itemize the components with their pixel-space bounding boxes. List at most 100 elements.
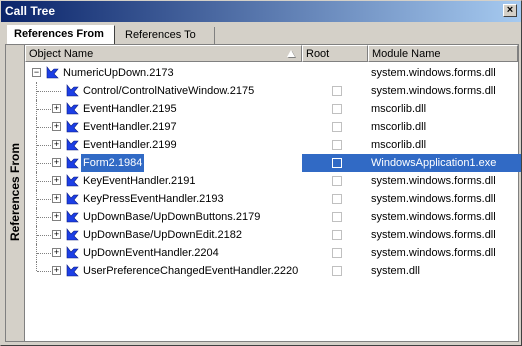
object-name-label: UpDownEventHandler.2204 [83,247,219,259]
reference-arrow-icon [66,138,79,151]
module-name-cell: mscorlib.dll [371,121,427,133]
root-checkbox[interactable] [332,158,342,168]
root-checkbox[interactable] [332,176,342,186]
reference-arrow-icon [66,84,79,97]
sidebar-label: References From [8,142,22,242]
expand-icon[interactable]: + [52,212,61,221]
module-name-cell: system.windows.forms.dll [371,229,496,241]
tree-connector [37,91,61,92]
call-tree-grid: Object Name Root Module Name − NumericUpD… [25,45,521,341]
tree-connector [36,262,37,271]
module-name-cell: system.windows.forms.dll [371,175,496,187]
module-name-cell: system.windows.forms.dll [371,67,496,79]
reference-arrow-icon [66,210,79,223]
root-checkbox[interactable] [332,230,342,240]
root-checkbox[interactable] [332,194,342,204]
tree-frame: References From Object Name Root Module … [5,44,521,342]
tree-row[interactable]: − NumericUpDown.2173 system.windows.forms.… [25,64,518,82]
reference-arrow-icon [66,174,79,187]
sidebar: References From [6,45,25,341]
object-name-cell: + Form2.1984 [25,153,302,173]
root-checkbox[interactable] [332,212,342,222]
column-header-object-name[interactable]: Object Name [25,45,302,62]
column-header-row: Object Name Root Module Name [25,45,518,62]
module-name-cell: system.windows.forms.dll [371,85,496,97]
tab-label: References To [125,29,196,41]
module-name-cell: WindowsApplication1.exe [368,154,521,172]
object-name-cell: + EventHandler.2199 [25,136,302,154]
tree-row[interactable]: + UpDownEventHandler.2204 system.windows.f… [25,244,518,262]
tab-references-from[interactable]: References From [7,25,115,45]
root-cell [302,100,368,118]
expand-icon[interactable]: + [52,194,61,203]
expand-icon[interactable]: + [52,248,61,257]
tree-row[interactable]: + UserPreferenceChangedEventHandler.2220 s… [25,262,518,280]
tree-row[interactable]: + UpDownBase/UpDownButtons.2179 system.win… [25,208,518,226]
expand-icon[interactable]: + [52,176,61,185]
reference-arrow-icon [46,66,59,79]
object-name-cell: Control/ControlNativeWindow.2175 [25,82,302,100]
root-cell [302,262,368,280]
object-name-cell: + KeyPressEventHandler.2193 [25,190,302,208]
column-header-label: Module Name [372,48,441,60]
expand-icon[interactable]: + [52,140,61,149]
tree-row[interactable]: Control/ControlNativeWindow.2175 system.w… [25,82,518,100]
root-checkbox[interactable] [332,86,342,96]
tree-row[interactable]: + EventHandler.2195 mscorlib.dll [25,100,518,118]
collapse-icon[interactable]: − [32,68,41,77]
root-checkbox[interactable] [332,140,342,150]
reference-arrow-icon [66,246,79,259]
root-checkbox[interactable] [332,248,342,258]
root-cell [302,136,368,154]
reference-arrow-icon [66,156,79,169]
tree-row[interactable]: + EventHandler.2197 mscorlib.dll [25,118,518,136]
object-name-label: UserPreferenceChangedEventHandler.2220 [83,265,299,277]
root-checkbox[interactable] [332,122,342,132]
window-title: Call Tree [5,4,56,18]
reference-arrow-icon [66,102,79,115]
object-name-cell: + UpDownBase/UpDownEdit.2182 [25,226,302,244]
root-cell [302,154,368,172]
expand-icon[interactable]: + [52,266,61,275]
column-header-label: Root [306,48,330,60]
module-name-cell: system.windows.forms.dll [371,211,496,223]
column-header-module-name[interactable]: Module Name [368,45,518,62]
expand-icon[interactable]: + [52,122,61,131]
root-cell [302,118,368,136]
object-name-label: EventHandler.2195 [83,103,177,115]
title-bar[interactable]: Call Tree × [1,1,521,22]
tab-strip: References From References To [7,25,517,45]
root-cell [302,244,368,262]
tab-references-to[interactable]: References To [119,27,215,45]
column-header-root[interactable]: Root [302,45,368,62]
root-cell [302,82,368,100]
module-name-cell: system.windows.forms.dll [371,247,496,259]
tree-row[interactable]: + KeyEventHandler.2191 system.windows.form… [25,172,518,190]
root-checkbox[interactable] [332,266,342,276]
sort-ascending-icon [287,50,295,57]
tree-rows: − NumericUpDown.2173 system.windows.forms.… [25,64,521,280]
object-name-cell: + UpDownBase/UpDownButtons.2179 [25,208,302,226]
tree-row[interactable]: + KeyPressEventHandler.2193 system.windows… [25,190,518,208]
module-name-cell: mscorlib.dll [371,139,427,151]
object-name-cell: − NumericUpDown.2173 [25,64,302,82]
object-name-label: NumericUpDown.2173 [63,67,174,79]
root-cell [302,190,368,208]
object-name-cell: + UpDownEventHandler.2204 [25,244,302,262]
object-name-label: Control/ControlNativeWindow.2175 [83,85,255,97]
object-name-label: EventHandler.2199 [83,139,177,151]
call-tree-window: Call Tree × References From References T… [0,0,522,346]
object-name-cell: + KeyEventHandler.2191 [25,172,302,190]
module-name-cell: system.dll [371,265,420,277]
reference-arrow-icon [66,228,79,241]
expand-icon[interactable]: + [52,104,61,113]
object-name-cell: + EventHandler.2195 [25,100,302,118]
tree-row[interactable]: + UpDownBase/UpDownEdit.2182 system.window… [25,226,518,244]
root-checkbox[interactable] [332,104,342,114]
tree-row[interactable]: + EventHandler.2199 mscorlib.dll [25,136,518,154]
tree-row[interactable]: + Form2.1984 WindowsApplication1.exe [25,153,521,173]
reference-arrow-icon [66,264,79,277]
expand-icon[interactable]: + [52,158,61,167]
expand-icon[interactable]: + [52,230,61,239]
close-button[interactable]: × [503,4,517,17]
